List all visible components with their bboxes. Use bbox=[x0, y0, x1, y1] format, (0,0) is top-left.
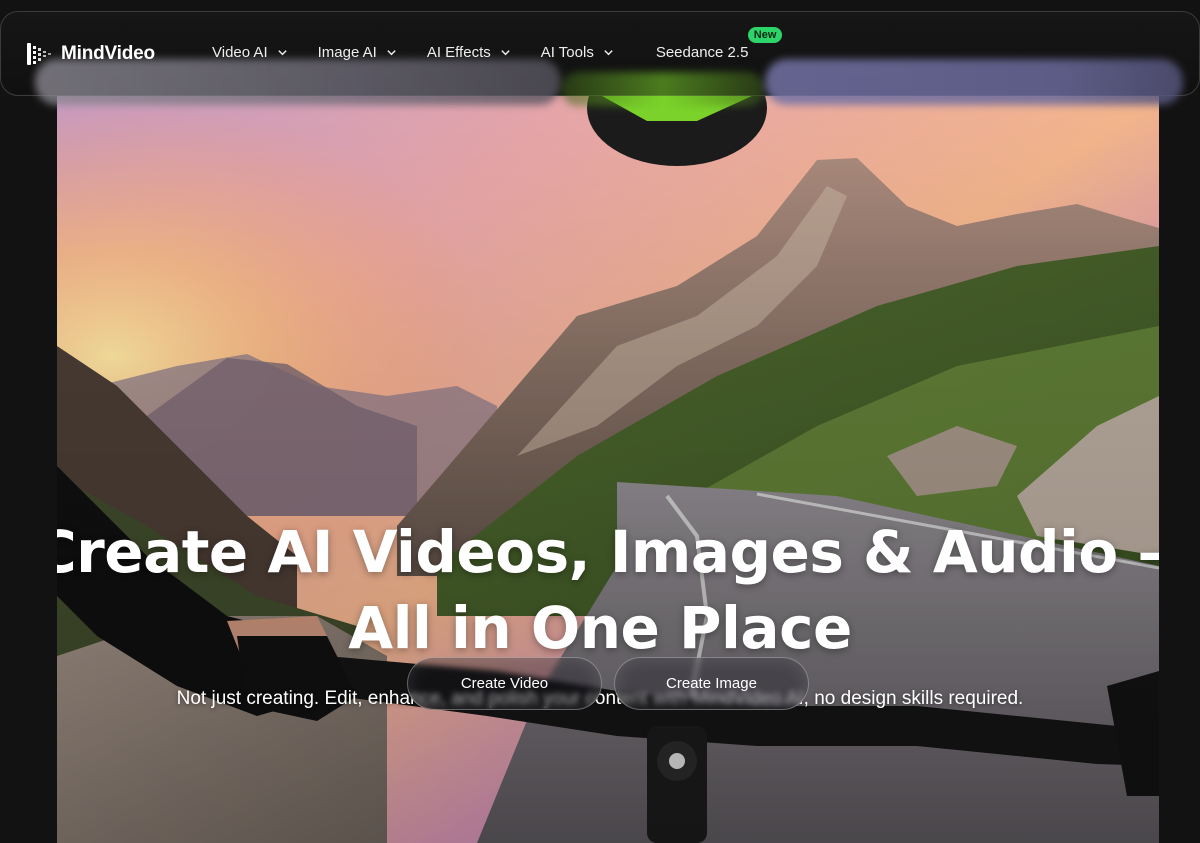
top-navbar: MindVideo Video AI Image AI AI Effects A… bbox=[0, 11, 1200, 106]
nav-item-label: Image AI bbox=[317, 44, 377, 61]
nav-item-label: AI Tools bbox=[540, 44, 594, 61]
brand-name: MindVideo bbox=[61, 43, 155, 64]
hero-overlay bbox=[57, 96, 1159, 843]
nav-item-seedance[interactable]: Seedance 2.5 New bbox=[655, 27, 783, 61]
create-video-button[interactable]: Create Video bbox=[407, 657, 602, 710]
chevron-down-icon bbox=[387, 50, 396, 56]
hero-title: Create AI Videos, Images & Audio – All i… bbox=[57, 514, 1159, 666]
nav-item-video-ai[interactable]: Video AI bbox=[212, 44, 288, 61]
nav-item-label: AI Effects bbox=[426, 44, 491, 61]
chevron-down-icon bbox=[277, 50, 287, 56]
navbar-glow-middle bbox=[561, 72, 765, 106]
chevron-down-icon bbox=[604, 50, 613, 56]
brand-logo-link[interactable]: MindVideo bbox=[25, 40, 155, 68]
hero-section: Create AI Videos, Images & Audio – All i… bbox=[57, 96, 1159, 843]
main-nav-menu: Video AI Image AI AI Effects AI Tools Se… bbox=[212, 27, 783, 61]
hero-subtitle: Not just creating. Edit, enhance, and po… bbox=[176, 688, 1024, 709]
nav-item-label: Seedance 2.5 bbox=[655, 44, 749, 61]
navbar-glow-right bbox=[765, 59, 1183, 105]
nav-item-image-ai[interactable]: Image AI bbox=[318, 44, 397, 61]
hero-title-line-2: All in One Place bbox=[348, 594, 852, 662]
logo-mark-icon bbox=[27, 43, 51, 65]
nav-item-ai-effects[interactable]: AI Effects bbox=[427, 44, 511, 61]
chevron-down-icon bbox=[501, 50, 510, 56]
create-image-button[interactable]: Create Image bbox=[614, 657, 809, 710]
new-badge: New bbox=[747, 27, 783, 43]
nav-item-ai-tools[interactable]: AI Tools bbox=[541, 44, 614, 61]
hero-title-line-1: Create AI Videos, Images & Audio – bbox=[57, 518, 1159, 586]
nav-item-label: Video AI bbox=[212, 44, 268, 61]
